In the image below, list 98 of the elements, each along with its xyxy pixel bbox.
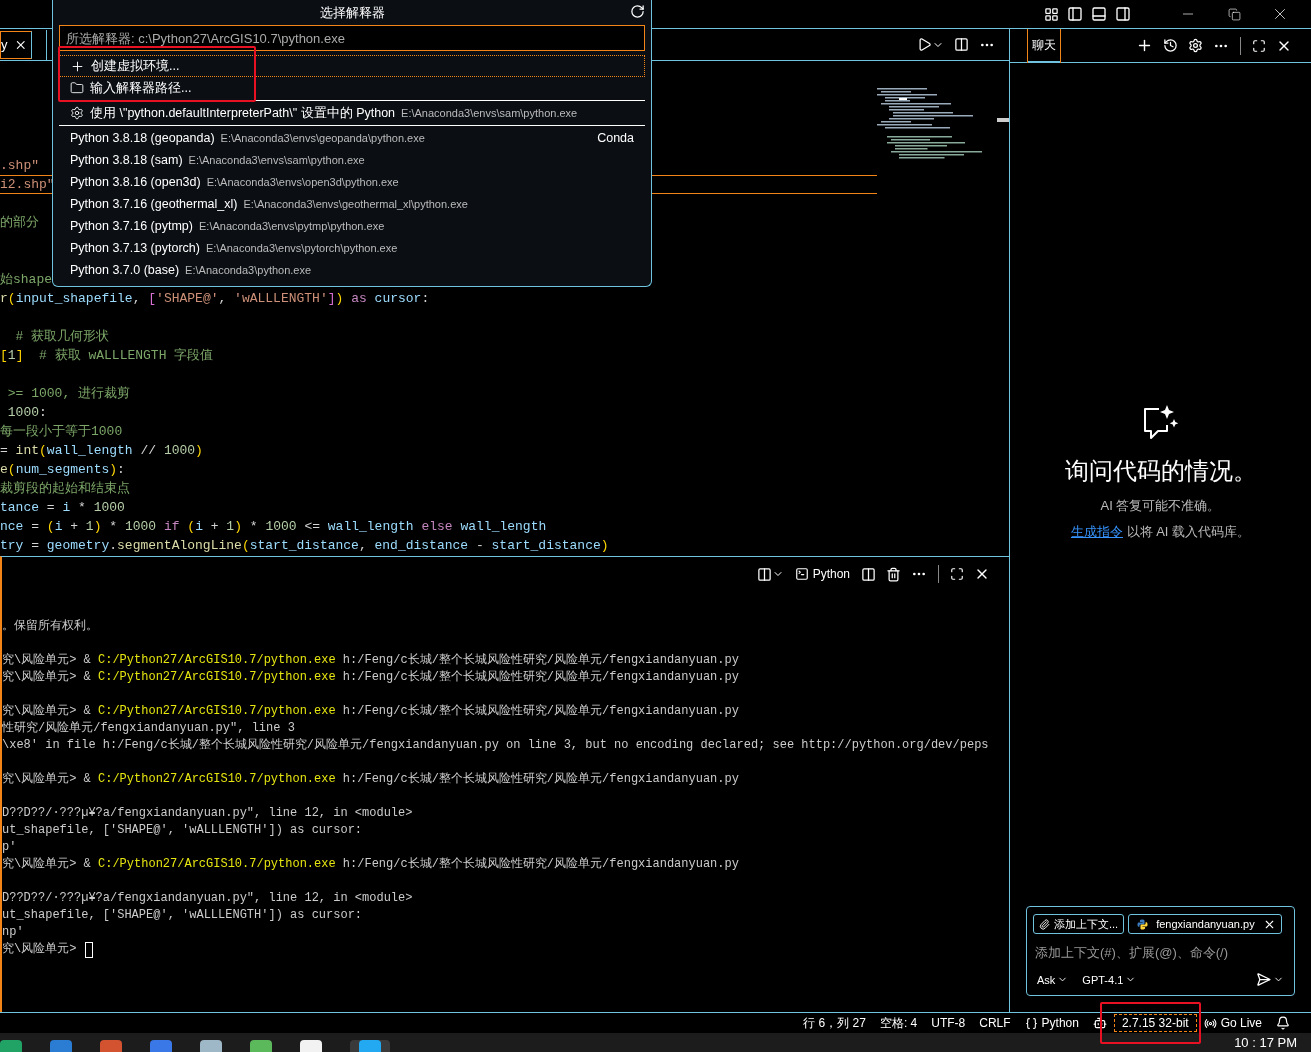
editor-tab[interactable]: y <box>0 30 32 59</box>
terminal-line: 究\风险单元> & C:/Python27/ArcGIS10.7/python.exe h:/Feng/c长城/整个长城风险性研究/风险单元/fengxiandanyuan.py <box>2 856 739 873</box>
picker-title: 选择解释器 <box>319 3 385 22</box>
interpreter-option[interactable]: Python 3.7.16 (geothermal_xl) E:\Anaconda3\envs\geothermal_xl\python.exe <box>59 193 645 215</box>
bell-icon <box>1276 1016 1290 1030</box>
panel-toggle-icon[interactable] <box>1089 4 1109 24</box>
split-terminal-icon[interactable] <box>756 566 772 582</box>
code-line: = int(wall_length // 1000) <box>0 442 203 459</box>
terminal-line: D??D??/·???µ¥?a/fengxiandanyuan.py", line 12, in <module> <box>2 890 413 907</box>
chat-input-field[interactable]: 添加上下文(#)、扩展(@)、命令(/) <box>1033 940 1288 964</box>
settings-icon[interactable] <box>1188 38 1203 53</box>
taskbar-app-icon[interactable] <box>200 1040 222 1052</box>
clock: 10 : 17 PM <box>1234 1035 1297 1050</box>
go-live-button[interactable]: Go Live <box>1196 1014 1269 1032</box>
run-icon[interactable] <box>917 37 932 52</box>
terminal-line: 究\风险单元> & C:/Python27/ArcGIS10.7/python.exe h:/Feng/c长城/整个长城风险性研究/风险单元/fengxiandanyuan.py <box>2 652 739 669</box>
code-line: [1] # 获取 wALLLENGTH 字段值 <box>0 347 214 364</box>
terminal-line: np' <box>2 924 24 941</box>
python-icon <box>1137 918 1149 930</box>
terminal-line: 。保留所有权利。 <box>2 618 98 635</box>
send-button[interactable] <box>1256 972 1284 987</box>
paperclip-icon <box>1039 918 1050 930</box>
code-line: 每一段小于等于1000 <box>0 423 123 440</box>
terminal-line: 性研究/风险单元/fengxiandanyuan.py", line 3 <box>2 720 295 737</box>
code-line: 1000: <box>6 404 47 421</box>
send-icon <box>1256 972 1271 987</box>
code-line: 的部分 <box>0 214 39 231</box>
refresh-icon[interactable] <box>630 4 645 19</box>
interpreter-option[interactable]: Python 3.8.16 (open3d) E:\Anaconda3\envs\open3d\python.exe <box>59 171 645 193</box>
terminal-line: D??D??/·???µ¥?a/fengxiandanyuan.py", line 12, in <module> <box>2 805 413 822</box>
language-status[interactable]: Python <box>1017 1014 1086 1032</box>
interpreter-search-field[interactable]: 所选解释器: c:\Python27\ArcGIS10.7\python.exe <box>59 25 645 51</box>
code-line: try = geometry.segmentAlongLine(start_distance, end_distance - start_distance) <box>0 537 609 554</box>
status-item[interactable]: UTF-8 <box>924 1014 973 1032</box>
interpreter-option[interactable]: Python 3.7.13 (pytorch) E:\Anaconda3\envs\pytorch\python.exe <box>59 237 645 259</box>
chat-title: 询问代码的情况。 <box>1064 456 1257 486</box>
taskbar-app-icon[interactable] <box>250 1040 272 1052</box>
terminal-line: 究\风险单元> & C:/Python27/ArcGIS10.7/python.exe h:/Feng/c长城/整个长城风险性研究/风险单元/fengxiandanyuan.py <box>2 771 739 788</box>
braces-icon <box>1024 1016 1038 1030</box>
generate-instructions-link[interactable]: 生成指令 <box>1070 524 1123 539</box>
add-context-chip[interactable]: 添加上下文... <box>1033 914 1125 934</box>
history-icon[interactable] <box>1163 38 1178 53</box>
mode-dropdown[interactable]: Ask <box>1037 973 1069 986</box>
terminal-line: ut_shapefile, ['SHAPE@', 'wALLLENGTH']) as cursor: <box>2 822 363 839</box>
sidebar-toggle-icon[interactable] <box>1065 4 1085 24</box>
terminal-line: p' <box>2 839 17 856</box>
robot-icon <box>1092 1016 1107 1030</box>
code-line: tance = i * 1000 <box>0 499 125 516</box>
taskbar-app-icon[interactable] <box>0 1040 22 1052</box>
chat-disclaimer: AI 答复可能不准确。 <box>1100 497 1221 515</box>
interpreter-option[interactable]: Python 3.7.16 (pytmp) E:\Anaconda3\envs\pytmp\python.exe <box>59 215 645 237</box>
terminal-line: \xe8' in file h:/Feng/c长城/整个长城风险性研究/风险单元/fengxiandanyuan.py on line 3, but no encoding declared; see http://python.org/dev/peps <box>2 737 989 754</box>
split-terminal-icon[interactable] <box>861 566 876 582</box>
code-line: i2.shp" <box>0 176 55 193</box>
interpreter-option[interactable]: 输入解释器路径... <box>59 77 645 99</box>
trash-icon[interactable] <box>886 566 901 582</box>
code-line: nce = (i + 1) * 1000 if (i + 1) * 1000 <= wall_length else wall_length <box>0 518 547 535</box>
terminal-cursor <box>84 941 93 958</box>
maximize-icon[interactable] <box>950 567 964 581</box>
split-editor-icon[interactable] <box>954 37 969 52</box>
folder-icon <box>70 81 84 95</box>
interpreter-option[interactable]: Python 3.8.18 (geopanda) E:\Anaconda3\envs\geopanda\python.exe Conda <box>59 127 645 149</box>
code-line: >= 1000, 进行裁剪 <box>6 385 130 402</box>
chat-tab[interactable]: 聊天 <box>1027 28 1061 63</box>
code-line: # 获取几何形状 <box>14 328 110 345</box>
terminal-tab[interactable]: Python <box>794 567 850 581</box>
file-context-chip[interactable]: fengxiandanyuan.py <box>1128 914 1282 934</box>
secondary-sidebar-toggle-icon[interactable] <box>1113 4 1133 24</box>
terminal-line: 究\风险单元> & C:/Python27/ArcGIS10.7/python.exe h:/Feng/c长城/整个长城风险性研究/风险单元/fengxiandanyuan.py <box>2 669 739 686</box>
model-dropdown[interactable]: GPT-4.1 <box>1082 973 1137 986</box>
terminal-line: ut_shapefile, ['SHAPE@', 'wALLLENGTH']) as cursor: <box>2 907 363 924</box>
scrollbar-thumb[interactable] <box>997 118 1009 122</box>
code-line: 始shape <box>0 271 52 288</box>
interpreter-option[interactable]: 创建虚拟环境... <box>59 55 645 77</box>
status-item[interactable]: 行 6，列 27 <box>796 1014 873 1032</box>
broadcast-icon <box>1203 1016 1217 1030</box>
interpreter-status[interactable]: 2.7.15 32-bit <box>1113 1014 1197 1032</box>
chat-input-box[interactable]: 添加上下文... fengxiandanyuan.py 添加上下文(#)、扩展(@)、命令(/) Ask GPT-4.1 <box>1026 906 1295 996</box>
interpreter-option[interactable]: 使用 \"python.defaultInterpreterPath\" 设置中的 Python E:\Anaconda3\envs\sam\python.exe <box>59 102 645 124</box>
maximize-icon[interactable] <box>1252 38 1266 53</box>
new-chat-icon[interactable] <box>1136 37 1153 54</box>
code-line: 裁剪段的起始和结束点 <box>0 480 130 497</box>
terminal-icon <box>794 567 809 581</box>
taskbar-app-icon[interactable] <box>300 1040 322 1052</box>
settings-icon <box>70 106 84 120</box>
code-line: .shp" <box>0 157 39 174</box>
code-line: e(num_segments): <box>0 461 125 478</box>
status-item[interactable]: 空格: 4 <box>872 1014 925 1032</box>
chat-hint: 生成指令 以将 AI 载入代码库。 <box>1070 523 1251 541</box>
terminal-line: 究\风险单元> & C:/Python27/ArcGIS10.7/python.exe h:/Feng/c长城/整个长城风险性研究/风险单元/fengxiandanyuan.py <box>2 703 739 720</box>
interpreter-option[interactable]: Python 3.7.0 (base) E:\Anaconda3\python.exe <box>59 259 645 281</box>
terminal-prompt: 究\风险单元> <box>2 941 78 958</box>
code-line: r(input_shapefile, ['SHAPE@', 'wALLLENGTH']) as cursor: <box>0 290 430 307</box>
interpreter-option[interactable]: Python 3.8.18 (sam) E:\Anaconda3\envs\sam\python.exe <box>59 149 645 171</box>
status-item[interactable]: CRLF <box>972 1014 1018 1032</box>
restore-icon[interactable] <box>1227 7 1241 21</box>
plus-icon <box>70 58 85 74</box>
taskbar-app-icon[interactable] <box>350 1040 390 1052</box>
